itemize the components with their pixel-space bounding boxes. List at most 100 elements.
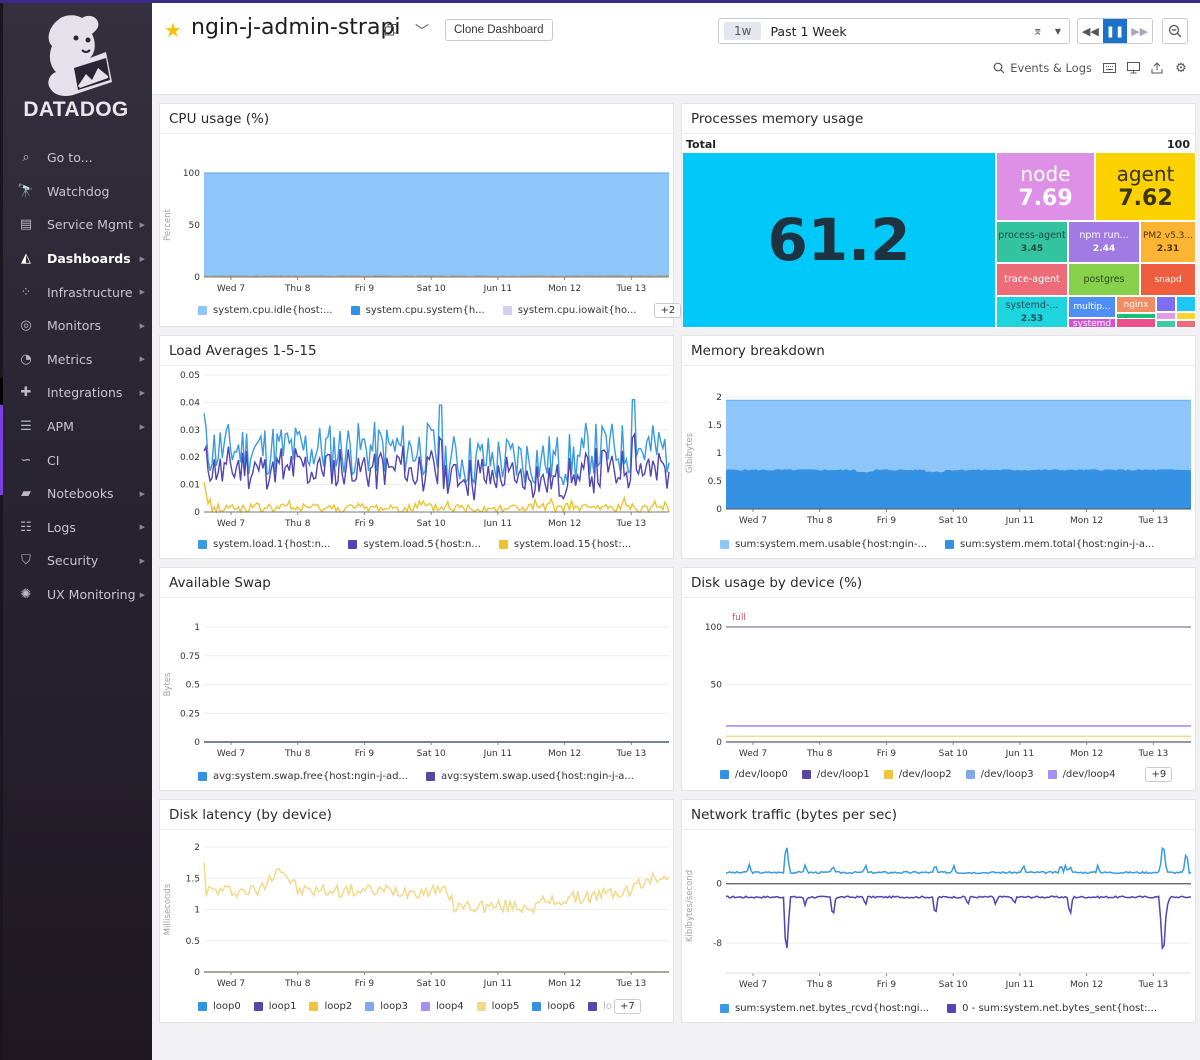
widget-disk-usage[interactable]: Disk usage by device (%) 0 50 100 Wed 7 Thu … — [681, 567, 1196, 791]
treemap-cell[interactable]: multip... — [1068, 296, 1116, 318]
sidebar-item-watchdog[interactable]: 🔭 Watchdog — [0, 175, 152, 209]
dashboard-title[interactable]: ngin-j-admin-strapi — [191, 15, 401, 40]
widget-available-swap[interactable]: Available Swap 0 0.25 0.5 0.75 1 Wed 7 Thu 8 Fr… — [159, 567, 674, 791]
legend-item[interactable]: system.load.1{host:n... — [198, 539, 330, 550]
sidebar-item-metrics[interactable]: ◔ Metrics ▶ — [0, 343, 152, 377]
legend-item[interactable]: system.load.15{host:... — [498, 539, 631, 550]
favorite-star-icon[interactable]: ★ — [164, 18, 182, 42]
widget-network-traffic[interactable]: Network traffic (bytes per sec) -8 0 Wed 7… — [681, 799, 1196, 1023]
time-range-picker[interactable]: 1w Past 1 Week ⌆ ▼ — [718, 18, 1070, 44]
legend-item[interactable]: /dev/loop4 — [1047, 769, 1115, 780]
legend-item[interactable]: loop0 — [198, 1001, 241, 1012]
legend-label: system.load.1{host:n... — [213, 539, 331, 550]
treemap-cell[interactable]: snapd — [1140, 263, 1196, 296]
pause-icon[interactable]: ❚❚ — [1102, 19, 1128, 43]
disk-latency-chart[interactable]: 0 0.5 1 1.5 2 Wed 7 Thu 8 Fri 9 Sat 10 Jun 11 Mon … — [160, 831, 675, 991]
sidebar-item-logs[interactable]: ☷ Logs ▶ — [0, 511, 152, 545]
sidebar-item-infrastructure[interactable]: ⁘ Infrastructure ▶ — [0, 275, 152, 309]
fast-forward-icon[interactable]: ▶▶ — [1127, 19, 1152, 43]
legend-item[interactable]: system.load.5{host:n... — [348, 539, 481, 550]
legend-item[interactable]: loop5 — [476, 1001, 519, 1012]
zoom-out-button[interactable] — [1162, 18, 1188, 44]
treemap-cell-small[interactable] — [1156, 296, 1176, 312]
caret-down-icon[interactable]: ▼ — [1055, 27, 1061, 36]
clone-dashboard-button[interactable]: Clone Dashboard — [445, 19, 553, 41]
legend-item[interactable]: sum:system.net.bytes_rcvd{host:ngi... — [720, 1003, 929, 1014]
legend-more-button[interactable]: +7 — [614, 999, 641, 1014]
widget-title: Disk latency (by device) — [160, 800, 673, 830]
legend-item[interactable]: avg:system.swap.free{host:ngin-j-ad... — [198, 771, 408, 782]
treemap-cell[interactable]: 61.2 — [682, 152, 996, 328]
sidebar-item-monitors[interactable]: ◎ Monitors ▶ — [0, 309, 152, 343]
legend-more-button[interactable]: +2 — [654, 303, 682, 318]
events-logs-button[interactable]: Events & Logs — [993, 61, 1092, 75]
widget-cpu-usage[interactable]: CPU usage (%) 0 50 100 Wed 7 Thu 8 Fri 9 Sat 1… — [159, 103, 682, 327]
legend-item[interactable]: system.cpu.idle{host:... — [198, 305, 333, 316]
pin-icon[interactable]: ⌆ — [1033, 24, 1043, 38]
legend-item[interactable]: /dev/loop3 — [965, 769, 1034, 780]
legend-item[interactable]: loop6 — [532, 1001, 575, 1012]
available-swap-chart[interactable]: 0 0.25 0.5 0.75 1 Wed 7 Thu 8 Fri 9 Sat 10 Jun 11… — [160, 599, 675, 759]
legend-item[interactable]: system.cpu.system{h... — [350, 305, 485, 316]
treemap-cell[interactable]: postgres — [1068, 263, 1140, 296]
widget-disk-latency[interactable]: Disk latency (by device) 0 0.5 1 1.5 2 Wed 7 T… — [159, 799, 674, 1023]
memory-breakdown-chart[interactable]: 0 0.5 1 1.5 2 Wed 7 Thu 8 Fri 9 Sat 10 Jun 11 Mon … — [682, 367, 1197, 527]
treemap-cell-small[interactable] — [1176, 320, 1196, 328]
treemap-cell[interactable]: PM2 v5.3... 2.31 — [1140, 221, 1196, 263]
processes-treemap[interactable]: Total 100 61.2 node 7.69 agent 7.62 process-a… — [682, 135, 1198, 328]
sidebar-item-security[interactable]: ⛉ Security ▶ — [0, 544, 152, 578]
treemap-cell-small[interactable] — [1156, 312, 1176, 320]
share-icon[interactable] — [1150, 61, 1164, 75]
legend-item[interactable]: 0 - sum:system.net.bytes_sent{host:... — [947, 1003, 1157, 1014]
legend-item[interactable]: loop2 — [309, 1001, 352, 1012]
network-traffic-chart[interactable]: -8 0 Wed 7 Thu 8 Fri 9 Sat 10 Jun 11 Mon 12 Tue … — [682, 831, 1197, 991]
legend-label: avg:system.swap.free{host:ngin-j-ad... — [213, 771, 408, 782]
load-averages-chart[interactable]: 0 0.01 0.02 0.03 0.04 0.05 Wed 7 Thu 8 Fri 9 Sat … — [160, 367, 675, 527]
sidebar-item-ci[interactable]: ∽ CI — [0, 443, 152, 477]
cpu-usage-chart[interactable]: 0 50 100 Wed 7 Thu 8 Fri 9 Sat 10 Jun 11 Mon 12 T… — [160, 135, 675, 295]
treemap-cell[interactable]: systemd-... 2.53 — [996, 296, 1068, 328]
chevron-down-icon[interactable]: ﹀ — [415, 21, 429, 41]
sidebar-item-apm[interactable]: ☰ APM ▶ — [0, 410, 152, 444]
legend-item[interactable]: loop4 — [420, 1001, 464, 1012]
tv-mode-icon[interactable] — [1126, 61, 1140, 75]
legend-item[interactable]: loop3 — [365, 1001, 408, 1012]
keyboard-icon[interactable] — [1102, 61, 1116, 75]
sidebar-item-ux-monitoring[interactable]: ✺ UX Monitoring ▶ — [0, 578, 152, 612]
treemap-cell[interactable]: agent 7.62 — [1095, 152, 1196, 221]
legend-swatch — [253, 1002, 263, 1011]
treemap-cell[interactable]: node 7.69 — [996, 152, 1095, 221]
legend-item[interactable]: sum:system.mem.usable{host:ngin-... — [720, 539, 927, 550]
widget-memory-breakdown[interactable]: Memory breakdown 0 0.5 1 1.5 2 Wed 7 Thu 8 Fri … — [681, 335, 1196, 559]
sidebar-item-dashboards[interactable]: ◭ Dashboards ▶ — [0, 242, 152, 276]
treemap-cell[interactable]: process-agent 3.45 — [996, 221, 1068, 263]
legend-more-button[interactable]: +9 — [1145, 767, 1173, 782]
widget-load-averages[interactable]: Load Averages 1-5-15 0 0.01 0.02 0.03 0.04 0.… — [159, 335, 674, 559]
legend-item[interactable]: sum:system.mem.total{host:ngin-j-a... — [945, 539, 1154, 550]
widget-processes-memory[interactable]: Processes memory usage Total 100 61.2 nod… — [681, 103, 1198, 328]
treemap-cell-small[interactable] — [1156, 320, 1176, 328]
legend-item[interactable]: loop1 — [253, 1001, 296, 1012]
legend-item[interactable]: /dev/loop0 — [720, 769, 788, 780]
sidebar-item-integrations[interactable]: ✚ Integrations ▶ — [0, 376, 152, 410]
rewind-icon[interactable]: ◀◀ — [1078, 19, 1103, 43]
sidebar-item-service-mgmt[interactable]: ▤ Service Mgmt ▶ — [0, 208, 152, 242]
treemap-cell-small[interactable] — [1176, 296, 1196, 312]
legend-item[interactable]: /dev/loop1 — [801, 769, 870, 780]
treemap-cell[interactable]: nginx — [1116, 296, 1156, 313]
treemap-cell-small[interactable] — [1176, 312, 1196, 320]
legend-item[interactable]: system.cpu.iowait{ho... — [502, 305, 636, 316]
legend-item[interactable]: /dev/loop2 — [883, 769, 952, 780]
treemap-cell[interactable]: npm run... 2.44 — [1068, 221, 1140, 263]
treemap-cell[interactable]: systemd — [1068, 318, 1116, 328]
legend-item[interactable]: avg:system.swap.used{host:ngin-j-a... — [425, 771, 634, 782]
sidebar-item-notebooks[interactable]: ▰ Notebooks ▶ — [0, 477, 152, 511]
treemap-cell-small[interactable] — [1116, 318, 1156, 328]
copy-icon[interactable] — [385, 24, 397, 36]
legend-item[interactable]: lo — [588, 1001, 612, 1012]
disk-usage-chart[interactable]: 0 50 100 Wed 7 Thu 8 Fri 9 Sat 10 Jun 11 Mon 12 T… — [682, 599, 1197, 759]
sidebar-item-go-to[interactable]: ⌕ Go to... — [0, 141, 152, 175]
gear-icon[interactable]: ⚙ — [1174, 61, 1188, 76]
legend-label: loop0 — [213, 1001, 241, 1012]
treemap-cell[interactable]: trace-agent — [996, 263, 1068, 296]
